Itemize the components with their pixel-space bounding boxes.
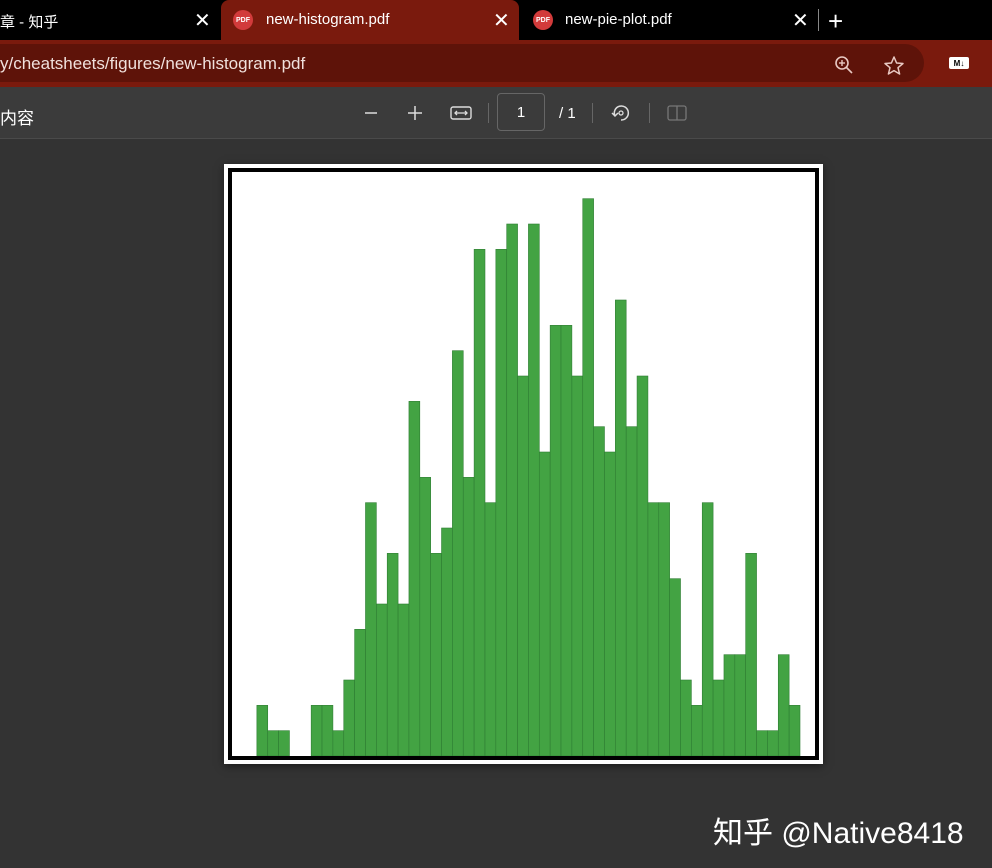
contents-label[interactable]: 内容 [0,104,34,129]
page-number-input[interactable]: 1 [497,93,545,131]
tab-new-histogram[interactable]: PDF new-histogram.pdf ✕ [221,0,519,40]
zoom-in-icon[interactable] [403,101,427,125]
toolbar-divider [592,103,593,123]
tab-label: new-pie-plot.pdf [565,11,672,28]
pdf-page [224,164,823,764]
tab-label: new-histogram.pdf [266,11,390,28]
favorite-star-icon[interactable] [883,55,905,82]
toolbar-divider [488,103,489,123]
fit-width-icon[interactable] [449,101,473,125]
page-frame [228,168,819,760]
pdf-icon: PDF [233,10,253,30]
toolbar-divider [649,103,650,123]
new-tab-icon[interactable]: + [828,6,843,37]
two-page-view-icon[interactable] [665,101,689,125]
url-text: y/cheatsheets/figures/new-histogram.pdf [0,54,306,73]
close-icon[interactable]: ✕ [792,8,809,33]
rotate-icon[interactable] [609,101,633,125]
watermark-text: 知乎 @Native8418 [713,817,964,850]
pdf-icon: PDF [533,10,553,30]
markdown-extension-icon[interactable]: M↓ [949,57,969,69]
tab-new-pie-plot[interactable]: PDF new-pie-plot.pdf ✕ [520,0,818,40]
tab-strip: 章 - 知乎 ✕ PDF new-histogram.pdf ✕ PDF new… [0,0,992,40]
close-icon[interactable]: ✕ [493,8,510,33]
zoom-in-icon[interactable] [834,55,854,80]
tab-zhihu[interactable]: 章 - 知乎 ✕ [0,0,220,40]
close-icon[interactable]: ✕ [194,8,211,33]
pdf-toolbar: 内容 1 / 1 [0,87,992,139]
address-bar: y/cheatsheets/figures/new-histogram.pdf … [0,40,992,87]
tab-label: 章 - 知乎 [0,14,59,31]
tab-divider [818,9,819,31]
zoom-out-icon[interactable] [359,101,383,125]
page-total: / 1 [559,105,576,122]
url-field[interactable]: y/cheatsheets/figures/new-histogram.pdf [0,44,924,82]
